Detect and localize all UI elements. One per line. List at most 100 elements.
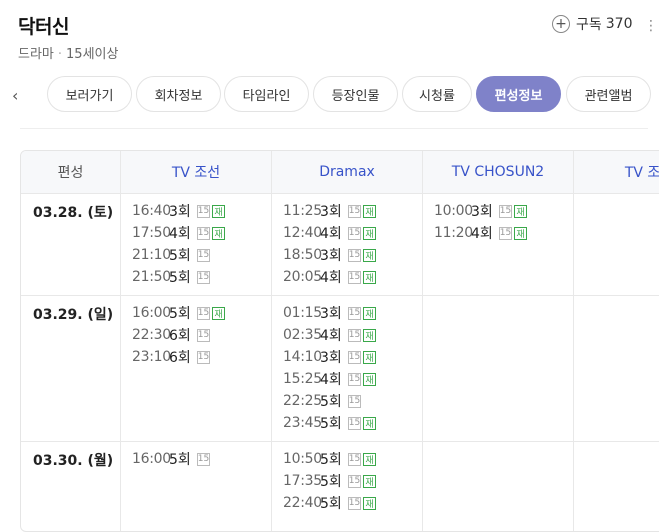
- rerun-badge: 재: [363, 474, 376, 488]
- column-divider: [120, 151, 121, 531]
- schedule-entry: 02:35 4회 15 재: [283, 324, 376, 346]
- episode-number: 3회: [320, 306, 342, 322]
- episode-number: 5회: [169, 248, 191, 264]
- air-time: 22:25: [283, 393, 322, 409]
- channel-header: TV CHOSUN2: [423, 151, 573, 194]
- episode-number: 6회: [169, 350, 191, 366]
- age-rating-badge: 15: [499, 204, 512, 218]
- tab-cast[interactable]: 등장인물: [313, 76, 398, 112]
- age-rating-badge: 15: [197, 350, 210, 364]
- air-time: 12:40: [283, 225, 322, 241]
- schedule-entry: 16:00 5회 15: [132, 448, 210, 470]
- air-time: 16:40: [132, 203, 171, 219]
- plus-icon: +: [552, 15, 570, 33]
- schedule-entry: 22:40 5회 15 재: [283, 492, 376, 514]
- age-rating-badge: 15: [197, 248, 210, 262]
- date-label: 03.30. (월): [33, 453, 114, 469]
- channel-header: Dramax: [272, 151, 422, 194]
- age-rating-badge: 15: [348, 496, 361, 510]
- tab-watch[interactable]: 보러가기: [47, 76, 132, 112]
- age-rating-badge: 15: [499, 226, 512, 240]
- air-time: 10:00: [434, 203, 473, 219]
- tab-ratings[interactable]: 시청률: [402, 76, 472, 112]
- rerun-badge: 재: [363, 372, 376, 386]
- date-label: 03.29. (일): [33, 307, 114, 323]
- column-divider: [422, 151, 423, 531]
- schedule-entry: 21:50 5회 15: [132, 266, 225, 288]
- episode-number: 5회: [320, 496, 342, 512]
- episode-number: 4회: [169, 226, 191, 242]
- header-broadcast: 편성: [21, 151, 120, 194]
- schedule-cell: 11:25 3회 15 재 12:40 4회 15 재 18:50 3회 15 재 20:05 4회 15 재: [283, 200, 376, 288]
- rerun-badge: 재: [212, 204, 225, 218]
- episode-number: 5회: [320, 394, 342, 410]
- episode-number: 4회: [320, 328, 342, 344]
- rerun-badge: 재: [363, 350, 376, 364]
- age-rating-badge: 15: [197, 306, 210, 320]
- schedule-entry: 22:25 5회 15: [283, 390, 376, 412]
- schedule-entry: 22:30 6회 15: [132, 324, 225, 346]
- schedule-entry: 14:10 3회 15 재: [283, 346, 376, 368]
- schedule-entry: 18:50 3회 15 재: [283, 244, 376, 266]
- schedule-cell: 16:00 5회 15: [132, 448, 210, 470]
- age-rating-badge: 15: [197, 270, 210, 284]
- air-time: 21:50: [132, 269, 171, 285]
- date-label: 03.28. (토): [33, 205, 114, 221]
- age-rating-badge: 15: [348, 416, 361, 430]
- chevron-left-icon[interactable]: ‹: [12, 86, 18, 105]
- separator-dot: ·: [57, 47, 63, 62]
- age-rating-badge: 15: [197, 226, 210, 240]
- tab-timeline[interactable]: 타임라인: [224, 76, 309, 112]
- tab-albums[interactable]: 관련앨범: [566, 76, 651, 112]
- air-time: 22:40: [283, 495, 322, 511]
- episode-number: 3회: [169, 204, 191, 220]
- subscribe-button[interactable]: + 구독 370: [552, 14, 633, 34]
- rerun-badge: 재: [363, 416, 376, 430]
- air-time: 23:10: [132, 349, 171, 365]
- tab-episodes[interactable]: 회차정보: [136, 76, 221, 112]
- air-time: 01:15: [283, 305, 322, 321]
- episode-number: 4회: [320, 270, 342, 286]
- tab-schedule[interactable]: 편성정보: [476, 76, 561, 112]
- air-time: 16:00: [132, 451, 171, 467]
- age-rating-badge: 15: [348, 394, 361, 408]
- air-time: 15:25: [283, 371, 322, 387]
- schedule-entry: 10:00 3회 15 재: [434, 200, 527, 222]
- column-divider: [573, 151, 574, 531]
- air-time: 21:10: [132, 247, 171, 263]
- air-time: 14:10: [283, 349, 322, 365]
- genre-label: 드라마: [18, 47, 54, 62]
- row-divider: [21, 295, 659, 296]
- episode-number: 4회: [471, 226, 493, 242]
- rerun-badge: 재: [212, 226, 225, 240]
- rerun-badge: 재: [363, 328, 376, 342]
- schedule-entry: 20:05 4회 15 재: [283, 266, 376, 288]
- age-rating-badge: 15: [197, 328, 210, 342]
- episode-number: 6회: [169, 328, 191, 344]
- schedule-table: 편성 TV 조선 Dramax TV CHOSUN2 TV 조선 03.28. …: [20, 150, 659, 532]
- row-divider: [21, 441, 659, 442]
- age-rating-badge: 15: [348, 474, 361, 488]
- schedule-entry: 16:00 5회 15 재: [132, 302, 225, 324]
- episode-number: 5회: [169, 452, 191, 468]
- age-rating-badge: 15: [348, 452, 361, 466]
- air-time: 18:50: [283, 247, 322, 263]
- more-options-icon[interactable]: ⋮: [644, 18, 658, 34]
- age-rating-badge: 15: [348, 328, 361, 342]
- air-time: 02:35: [283, 327, 322, 343]
- age-rating-badge: 15: [197, 204, 210, 218]
- age-rating-badge: 15: [348, 248, 361, 262]
- air-time: 17:50: [132, 225, 171, 241]
- schedule-entry: 01:15 3회 15 재: [283, 302, 376, 324]
- episode-number: 5회: [169, 306, 191, 322]
- episode-number: 4회: [320, 226, 342, 242]
- schedule-cell: 16:40 3회 15 재 17:50 4회 15 재 21:10 5회 15 21:50 5회 15: [132, 200, 225, 288]
- air-time: 17:35: [283, 473, 322, 489]
- column-divider: [271, 151, 272, 531]
- header: 닥터신 드라마 · 15세이상 + 구독 370 ⋮: [0, 0, 659, 70]
- rerun-badge: 재: [363, 204, 376, 218]
- age-rating-badge: 15: [348, 372, 361, 386]
- age-rating-badge: 15: [348, 204, 361, 218]
- episode-number: 5회: [320, 452, 342, 468]
- rerun-badge: 재: [363, 452, 376, 466]
